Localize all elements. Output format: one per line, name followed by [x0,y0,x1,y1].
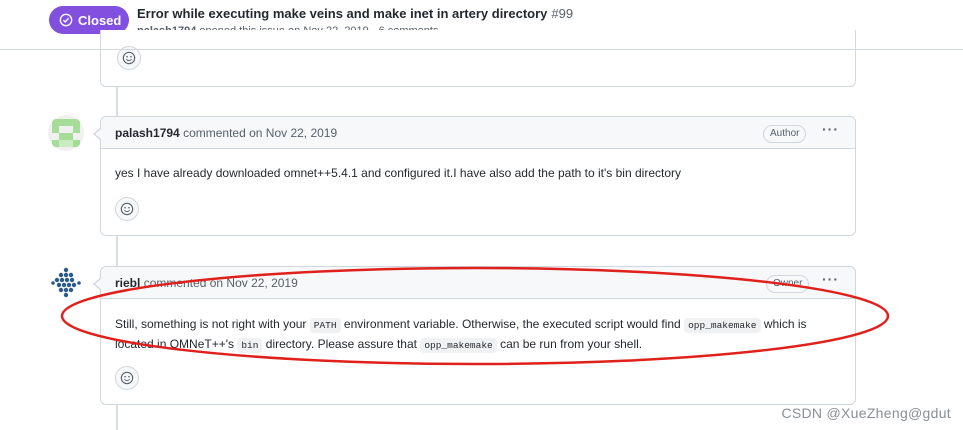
issue-number: #99 [551,6,574,21]
comment-header-text: palash1794 commented on Nov 22, 2019 [115,126,337,140]
inline-code: bin [237,338,263,353]
author-badge: Author [763,125,807,143]
comment-header: palash1794 commented on Nov 22, 2019 Aut… [101,117,855,149]
comment-caret [93,127,102,141]
comment-options-kebab-icon[interactable]: ··· [822,271,839,287]
turtle-avatar-icon [48,265,84,301]
body-text-segment: Still, something is not right with your [115,317,310,331]
owner-badge: Owner [766,275,810,293]
comment-timestamp[interactable]: commented on Nov 22, 2019 [183,126,337,140]
comment-avatar-riebl[interactable] [48,265,84,301]
comment-box-riebl: riebl commented on Nov 22, 2019 Owner ··… [93,266,856,405]
issue-state-label: Closed [78,12,122,28]
add-reaction-button[interactable] [115,366,139,390]
watermark-text: CSDN @XueZheng@gdut [781,405,951,421]
header-divider [0,49,963,50]
comment-body: Still, something is not right with your … [115,315,845,355]
comment-author-link[interactable]: riebl [115,276,140,290]
inline-code: PATH [309,318,341,333]
comment-author-link[interactable]: palash1794 [115,126,180,140]
comment-caret [93,277,102,291]
comment-body: yes I have already downloaded omnet++5.4… [115,166,681,180]
body-text-segment: directory. Please assure that [262,337,421,351]
add-reaction-button[interactable] [115,197,139,221]
previous-comment-box [100,30,856,87]
inline-code: opp_makemake [420,338,497,353]
comment-avatar-palash1794[interactable] [48,115,84,151]
issue-title-line: Error while executing make veins and mak… [137,6,573,21]
comment-header: riebl commented on Nov 22, 2019 Owner ··… [101,267,855,299]
comment-timestamp[interactable]: commented on Nov 22, 2019 [144,276,298,290]
inline-code: opp_makemake [684,318,761,333]
comment-options-kebab-icon[interactable]: ··· [822,121,839,137]
smiley-icon [122,51,136,65]
check-circle-icon [59,13,73,27]
comment-box-palash1794: palash1794 commented on Nov 22, 2019 Aut… [93,116,856,236]
body-text-segment: can be run from your shell. [496,337,643,351]
body-text-segment: environment variable. Otherwise, the exe… [340,317,685,331]
identicon-avatar-icon [48,115,84,151]
smiley-icon [120,202,134,216]
comment-header-text: riebl commented on Nov 22, 2019 [115,276,298,290]
issue-title[interactable]: Error while executing make veins and mak… [137,6,547,21]
smiley-icon [120,371,134,385]
